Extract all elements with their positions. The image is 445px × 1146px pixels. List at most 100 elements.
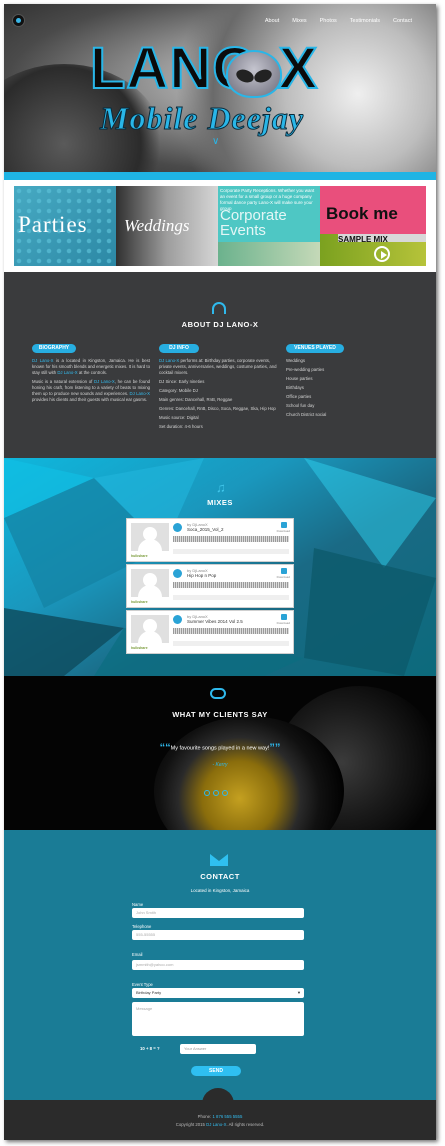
testimonial-quote: ““My favourite songs played in a new way… bbox=[4, 742, 436, 754]
hulkshare-logo: hulkshare bbox=[131, 646, 148, 650]
tile-corporate-label: Corporate Events bbox=[220, 207, 287, 239]
brand-title: LANO-X bbox=[89, 36, 319, 101]
waveform[interactable] bbox=[173, 582, 289, 588]
venues-list: Weddings Pre-wedding parties House parti… bbox=[286, 358, 386, 421]
mix-player: by DjLanoX Soca_2015_Vol_2 Download hulk… bbox=[126, 518, 294, 562]
tile-corporate[interactable]: Corporate Party Receptions. Whether you … bbox=[218, 186, 320, 266]
alien-logo-icon bbox=[226, 50, 282, 98]
site-logo-icon[interactable] bbox=[12, 14, 25, 27]
headphones-icon bbox=[212, 302, 226, 314]
waveform[interactable] bbox=[173, 536, 289, 542]
tile-weddings-label: Weddings bbox=[124, 216, 190, 235]
play-button[interactable] bbox=[173, 569, 182, 578]
brand-subtitle: Mobile Deejay bbox=[99, 100, 305, 137]
testimonials-title: WHAT MY CLIENTS SAY bbox=[172, 710, 268, 719]
testimonials-section: WHAT MY CLIENTS SAY ““My favourite songs… bbox=[4, 676, 436, 830]
tile-book-me[interactable]: Book me SAMPLE MIX bbox=[320, 186, 426, 266]
nav-testimonials[interactable]: Testimonials bbox=[350, 18, 380, 24]
play-icon[interactable] bbox=[374, 246, 390, 262]
email-field[interactable]: jsmmith@yahoo.com bbox=[132, 960, 304, 970]
telephone-field[interactable]: 555-55555 bbox=[132, 930, 304, 940]
chat-icon bbox=[210, 688, 226, 699]
mix-artwork bbox=[131, 569, 169, 597]
accent-stripe bbox=[4, 172, 436, 180]
mixes-section: ♫ MIXES by DjLanoX Soca_2015_Vol_2 Downl… bbox=[4, 458, 436, 676]
footer-phone-link[interactable]: 1 876 555 5555 bbox=[212, 1114, 242, 1119]
footer-phone: Phone: 1 876 555 5555 bbox=[197, 1114, 243, 1119]
nav-photos[interactable]: Photos bbox=[320, 18, 337, 24]
venue-item: Pre-wedding parties bbox=[286, 367, 325, 372]
sample-mix-label: SAMPLE MIX bbox=[338, 235, 388, 244]
captcha-question: 10 + 8 = ? bbox=[140, 1046, 160, 1051]
tile-parties[interactable]: Parties bbox=[14, 186, 116, 266]
testimonial-author: - Kerry bbox=[212, 762, 228, 768]
scroll-down-icon[interactable]: ∨ bbox=[212, 136, 219, 147]
about-title: ABOUT DJ LANO-X bbox=[181, 320, 259, 329]
open-quote-icon: ““ bbox=[159, 742, 171, 754]
footer: Phone: 1 876 555 5555 Copyright 2015 DJ … bbox=[4, 1100, 436, 1140]
quote-text: My favourite songs played in a new way! bbox=[170, 745, 270, 752]
dj-info-text: DJ Lano-X performs at: Birthday parties,… bbox=[159, 358, 277, 429]
email-label: Email bbox=[132, 952, 143, 957]
venue-item: Birthdays bbox=[286, 385, 304, 390]
mix-player: by DjLanoX Hip Hop n Pop Download hulksh… bbox=[126, 564, 294, 608]
tile-parties-label: Parties bbox=[18, 212, 88, 237]
hulkshare-logo: hulkshare bbox=[131, 600, 148, 604]
mix-player: by DjLanoX Summer Vibes 2014 Vol 2.5 Dow… bbox=[126, 610, 294, 654]
waveform[interactable] bbox=[173, 628, 289, 634]
download-label[interactable]: Download bbox=[277, 621, 290, 625]
player-controls[interactable] bbox=[173, 595, 289, 600]
captcha-answer-field[interactable]: Your Answer bbox=[180, 1044, 256, 1054]
download-icon[interactable] bbox=[281, 522, 287, 528]
dj-info-heading: DJ INFO bbox=[159, 344, 199, 353]
mix-artwork bbox=[131, 615, 169, 643]
event-type-value: Birthday Party bbox=[136, 990, 162, 995]
venue-item: Weddings bbox=[286, 358, 306, 363]
envelope-icon bbox=[210, 854, 228, 866]
download-label[interactable]: Download bbox=[277, 575, 290, 579]
message-field[interactable]: Message bbox=[132, 1002, 304, 1036]
nav-mixes[interactable]: Mixes bbox=[292, 18, 306, 24]
mixes-title: MIXES bbox=[207, 498, 233, 507]
play-button[interactable] bbox=[173, 523, 182, 532]
carousel-dot[interactable] bbox=[213, 790, 219, 796]
about-section: ABOUT DJ LANO-X BIOGRAPHY DJ INFO VENUES… bbox=[4, 272, 436, 458]
tile-book-label: Book me bbox=[326, 204, 398, 223]
services-tiles: Parties Weddings Corporate Party Recepti… bbox=[4, 180, 436, 272]
download-label[interactable]: Download bbox=[277, 529, 290, 533]
event-type-select[interactable]: Birthday Party ▼ bbox=[132, 988, 304, 998]
venue-item: Office parties bbox=[286, 394, 312, 399]
nav-contact[interactable]: Contact bbox=[393, 18, 412, 24]
contact-title: CONTACT bbox=[200, 872, 240, 881]
nav-about[interactable]: About bbox=[265, 18, 279, 24]
venue-item: Church District social bbox=[286, 412, 327, 417]
venues-heading: VENUES PLAYED bbox=[286, 344, 344, 353]
footer-copyright: Copyright 2015 DJ Lano-X. All rights res… bbox=[175, 1122, 265, 1127]
close-quote-icon: ”” bbox=[269, 742, 281, 754]
carousel-dot[interactable] bbox=[204, 790, 210, 796]
play-button[interactable] bbox=[173, 615, 182, 624]
carousel-dot[interactable] bbox=[222, 790, 228, 796]
music-note-icon: ♫ bbox=[216, 480, 226, 495]
mix-title: Summer Vibes 2014 Vol 2.5 bbox=[187, 619, 243, 624]
download-icon[interactable] bbox=[281, 568, 287, 574]
biography-heading: BIOGRAPHY bbox=[32, 344, 76, 353]
name-label: Name bbox=[132, 902, 144, 907]
player-controls[interactable] bbox=[173, 641, 289, 646]
player-controls[interactable] bbox=[173, 549, 289, 554]
mix-artwork bbox=[131, 523, 169, 551]
venue-item: House parties bbox=[286, 376, 313, 381]
tile-weddings[interactable]: Weddings bbox=[116, 186, 218, 266]
download-icon[interactable] bbox=[281, 614, 287, 620]
send-button[interactable]: SEND bbox=[191, 1066, 241, 1076]
page-frame: About Mixes Photos Testimonials Contact … bbox=[4, 4, 436, 1140]
chevron-down-icon: ▼ bbox=[297, 990, 301, 995]
venue-item: School fun day bbox=[286, 403, 315, 408]
biography-text: DJ Lano-X is a located in Kingston, Jama… bbox=[32, 358, 150, 402]
hero-section: About Mixes Photos Testimonials Contact … bbox=[4, 4, 436, 176]
hulkshare-logo: hulkshare bbox=[131, 554, 148, 558]
name-field[interactable]: John Smith bbox=[132, 908, 304, 918]
mix-title: Hip Hop n Pop bbox=[187, 573, 217, 578]
event-type-label: Event Type bbox=[132, 982, 153, 987]
carousel-dots bbox=[204, 790, 228, 796]
